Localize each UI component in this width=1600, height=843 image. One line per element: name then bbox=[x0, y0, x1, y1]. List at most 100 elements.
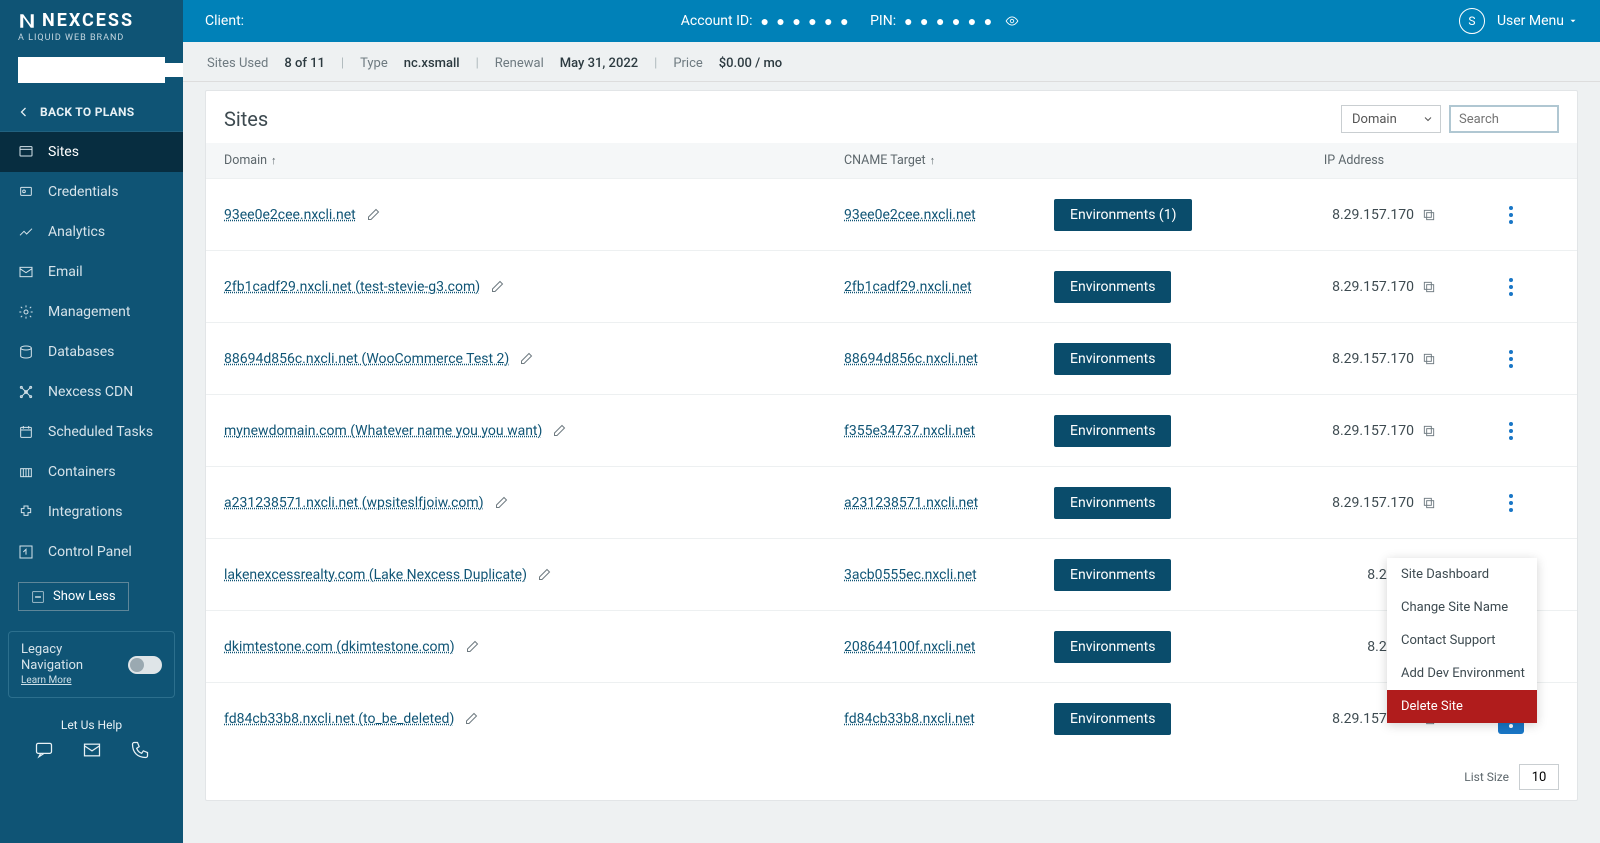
list-size-input[interactable] bbox=[1519, 764, 1559, 790]
brand-logo: NEXCESS A LIQUID WEB BRAND bbox=[0, 0, 183, 49]
sidebar-item-databases[interactable]: Databases bbox=[0, 332, 183, 372]
domain-link[interactable]: 2fb1cadf29.nxcli.net (test-stevie-g3.com… bbox=[224, 279, 480, 295]
client-label: Client: bbox=[205, 13, 244, 29]
row-actions-button[interactable] bbox=[1498, 344, 1524, 374]
cdn-icon bbox=[18, 384, 34, 400]
copy-icon[interactable] bbox=[1422, 352, 1436, 366]
edit-icon[interactable] bbox=[465, 639, 480, 654]
sort-arrow-icon: ↑ bbox=[930, 154, 936, 167]
menu-change-site-name[interactable]: Change Site Name bbox=[1387, 591, 1537, 624]
sidebar-item-label: Analytics bbox=[48, 224, 105, 240]
cname-link[interactable]: f355e34737.nxcli.net bbox=[844, 423, 975, 439]
row-actions-button[interactable] bbox=[1498, 416, 1524, 446]
edit-icon[interactable] bbox=[519, 351, 534, 366]
domain-link[interactable]: fd84cb33b8.nxcli.net (to_be_deleted) bbox=[224, 711, 454, 727]
legacy-nav-title: Legacy Navigation bbox=[21, 642, 122, 673]
filter-select[interactable]: Domain bbox=[1341, 105, 1441, 133]
user-menu[interactable]: User Menu bbox=[1497, 13, 1578, 29]
database-icon bbox=[18, 344, 34, 360]
sidebar-item-label: Integrations bbox=[48, 504, 122, 520]
sidebar-search[interactable] bbox=[18, 57, 165, 83]
table-row: 93ee0e2cee.nxcli.net 93ee0e2cee.nxcli.net… bbox=[206, 178, 1577, 250]
sidebar-item-cdn[interactable]: Nexcess CDN bbox=[0, 372, 183, 412]
environments-button[interactable]: Environments bbox=[1054, 415, 1171, 447]
sidebar-item-containers[interactable]: Containers bbox=[0, 452, 183, 492]
table-row: lakenexcessrealty.com (Lake Nexcess Dupl… bbox=[206, 538, 1577, 610]
row-actions-menu: Site Dashboard Change Site Name Contact … bbox=[1387, 558, 1537, 723]
sidebar-item-integrations[interactable]: Integrations bbox=[0, 492, 183, 532]
header-domain[interactable]: Domain↑ bbox=[224, 153, 844, 168]
row-actions-button[interactable] bbox=[1498, 272, 1524, 302]
copy-icon[interactable] bbox=[1422, 496, 1436, 510]
chat-icon[interactable] bbox=[34, 740, 54, 760]
environments-button[interactable]: Environments bbox=[1054, 343, 1171, 375]
sidebar-item-sites[interactable]: Sites bbox=[0, 132, 183, 172]
edit-icon[interactable] bbox=[490, 279, 505, 294]
sidebar-item-scheduled[interactable]: Scheduled Tasks bbox=[0, 412, 183, 452]
environments-button[interactable]: Environments bbox=[1054, 487, 1171, 519]
edit-icon[interactable] bbox=[464, 711, 479, 726]
cname-link[interactable]: fd84cb33b8.nxcli.net bbox=[844, 711, 975, 727]
legacy-learn-more-link[interactable]: Learn More bbox=[21, 675, 122, 687]
panel-title: Sites bbox=[224, 107, 268, 131]
show-less-button[interactable]: Show Less bbox=[18, 582, 129, 611]
sidebar-item-label: Credentials bbox=[48, 184, 118, 200]
domain-link[interactable]: dkimtestone.com (dkimtestone.com) bbox=[224, 639, 455, 655]
menu-site-dashboard[interactable]: Site Dashboard bbox=[1387, 558, 1537, 591]
mail-icon[interactable] bbox=[82, 740, 102, 760]
panel-search-input[interactable] bbox=[1459, 107, 1549, 131]
legacy-toggle[interactable] bbox=[128, 656, 162, 674]
sidebar-item-credentials[interactable]: Credentials bbox=[0, 172, 183, 212]
sidebar-item-management[interactable]: Management bbox=[0, 292, 183, 332]
sidebar-item-label: Databases bbox=[48, 344, 114, 360]
environments-button[interactable]: Environments bbox=[1054, 271, 1171, 303]
list-size-label: List Size bbox=[1464, 770, 1509, 784]
domain-link[interactable]: a231238571.nxcli.net (wpsiteslfjoiw.com) bbox=[224, 495, 484, 511]
menu-add-dev-env[interactable]: Add Dev Environment bbox=[1387, 657, 1537, 690]
sidebar-item-label: Nexcess CDN bbox=[48, 384, 133, 400]
environments-button[interactable]: Environments bbox=[1054, 631, 1171, 663]
sidebar-search-input[interactable] bbox=[18, 63, 186, 77]
table-row: 88694d856c.nxcli.net (WooCommerce Test 2… bbox=[206, 322, 1577, 394]
domain-link[interactable]: mynewdomain.com (Whatever name you you w… bbox=[224, 423, 542, 439]
sidebar-item-email[interactable]: Email bbox=[0, 252, 183, 292]
cname-link[interactable]: 93ee0e2cee.nxcli.net bbox=[844, 207, 976, 223]
row-actions-button[interactable] bbox=[1498, 488, 1524, 518]
minus-box-icon bbox=[31, 590, 45, 604]
avatar[interactable]: S bbox=[1459, 8, 1485, 34]
panel-search[interactable] bbox=[1449, 105, 1559, 133]
table-row: dkimtestone.com (dkimtestone.com) 2086441… bbox=[206, 610, 1577, 682]
copy-icon[interactable] bbox=[1422, 208, 1436, 222]
phone-icon[interactable] bbox=[130, 740, 150, 760]
sites-icon bbox=[18, 144, 34, 160]
environments-button[interactable]: Environments bbox=[1054, 703, 1171, 735]
environments-button[interactable]: Environments bbox=[1054, 559, 1171, 591]
domain-link[interactable]: lakenexcessrealty.com (Lake Nexcess Dupl… bbox=[224, 567, 527, 583]
back-to-plans[interactable]: BACK TO PLANS bbox=[0, 93, 183, 132]
environments-button[interactable]: Environments (1) bbox=[1054, 199, 1192, 231]
row-actions-button[interactable] bbox=[1498, 200, 1524, 230]
cname-link[interactable]: a231238571.nxcli.net bbox=[844, 495, 978, 511]
header-ip[interactable]: IP Address bbox=[1244, 153, 1464, 168]
sidebar-item-control-panel[interactable]: Control Panel bbox=[0, 532, 183, 572]
copy-icon[interactable] bbox=[1422, 280, 1436, 294]
eye-icon[interactable] bbox=[1002, 14, 1022, 28]
filter-select-value: Domain bbox=[1352, 112, 1397, 127]
header-cname[interactable]: CNAME Target↑ bbox=[844, 153, 1054, 168]
menu-delete-site[interactable]: Delete Site bbox=[1387, 690, 1537, 723]
menu-contact-support[interactable]: Contact Support bbox=[1387, 624, 1537, 657]
cname-link[interactable]: 208644100f.nxcli.net bbox=[844, 639, 975, 655]
legacy-navigation-box: Legacy Navigation Learn More bbox=[8, 631, 175, 698]
domain-link[interactable]: 88694d856c.nxcli.net (WooCommerce Test 2… bbox=[224, 351, 509, 367]
edit-icon[interactable] bbox=[537, 567, 552, 582]
edit-icon[interactable] bbox=[552, 423, 567, 438]
sidebar-item-analytics[interactable]: Analytics bbox=[0, 212, 183, 252]
cname-link[interactable]: 2fb1cadf29.nxcli.net bbox=[844, 279, 972, 295]
edit-icon[interactable] bbox=[494, 495, 509, 510]
calendar-icon bbox=[18, 424, 34, 440]
domain-link[interactable]: 93ee0e2cee.nxcli.net bbox=[224, 207, 356, 223]
copy-icon[interactable] bbox=[1422, 424, 1436, 438]
cname-link[interactable]: 88694d856c.nxcli.net bbox=[844, 351, 978, 367]
edit-icon[interactable] bbox=[366, 207, 381, 222]
cname-link[interactable]: 3acb0555ec.nxcli.net bbox=[844, 567, 977, 583]
